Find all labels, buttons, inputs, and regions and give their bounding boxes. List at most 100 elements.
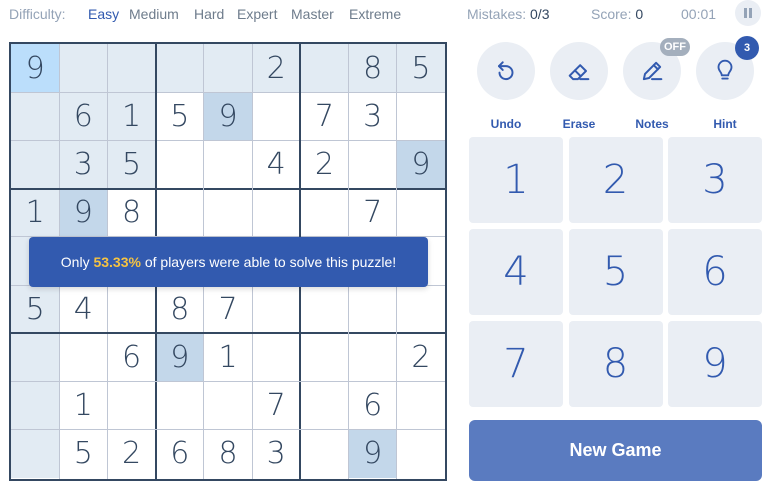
board-cell-r4c5[interactable] bbox=[204, 189, 252, 237]
board-cell-r3c6[interactable]: 4 bbox=[252, 140, 300, 188]
difficulty-master[interactable]: Master bbox=[291, 6, 334, 22]
numpad-3-button[interactable]: 3 bbox=[668, 137, 762, 223]
board-cell-r9c5[interactable]: 8 bbox=[204, 430, 252, 478]
board-cell-r4c2[interactable]: 9 bbox=[59, 188, 108, 237]
board-cell-r9c7[interactable] bbox=[300, 430, 348, 478]
board-cell-r8c9[interactable] bbox=[397, 382, 445, 430]
erase-button[interactable] bbox=[550, 42, 608, 100]
difficulty-extreme[interactable]: Extreme bbox=[349, 6, 401, 22]
board-cell-r6c6[interactable] bbox=[252, 285, 300, 333]
board-cell-r4c3[interactable]: 8 bbox=[107, 189, 155, 237]
board-cell-r7c4[interactable]: 9 bbox=[155, 333, 204, 382]
board-cell-r6c4[interactable]: 8 bbox=[156, 285, 204, 333]
board-cell-r4c1[interactable]: 1 bbox=[11, 188, 60, 237]
numpad-7-button[interactable]: 7 bbox=[469, 321, 563, 407]
notes-status-badge: OFF bbox=[660, 38, 690, 56]
board-cell-r1c5[interactable] bbox=[203, 44, 253, 93]
board-cell-r3c5[interactable] bbox=[204, 140, 252, 188]
hint-label: Hint bbox=[713, 117, 737, 131]
board-cell-r6c9[interactable] bbox=[397, 285, 445, 333]
grid-divider bbox=[11, 429, 445, 431]
board-cell-r3c9[interactable]: 9 bbox=[396, 140, 445, 189]
numpad-1-button[interactable]: 1 bbox=[469, 137, 563, 223]
board-cell-r1c8[interactable]: 8 bbox=[348, 44, 397, 93]
board-cell-r1c9[interactable]: 5 bbox=[396, 44, 445, 93]
difficulty-hard[interactable]: Hard bbox=[194, 6, 224, 22]
board-cell-r7c2[interactable] bbox=[59, 333, 107, 381]
undo-control: Undo bbox=[476, 42, 536, 131]
board-cell-r7c6[interactable] bbox=[252, 333, 300, 381]
board-cell-r6c8[interactable] bbox=[349, 285, 397, 333]
board-cell-r2c4[interactable]: 5 bbox=[156, 92, 204, 140]
board-cell-r6c7[interactable] bbox=[300, 285, 348, 333]
board-cell-r2c1[interactable] bbox=[11, 92, 60, 141]
board-cell-r3c2[interactable]: 3 bbox=[59, 140, 108, 189]
board-cell-r8c8[interactable]: 6 bbox=[349, 382, 397, 430]
numpad-9-button[interactable]: 9 bbox=[668, 321, 762, 407]
board-cell-r6c1[interactable]: 5 bbox=[11, 285, 60, 334]
notes-control: OFF Notes bbox=[622, 38, 690, 131]
numpad-8-button[interactable]: 8 bbox=[568, 321, 663, 407]
board-cell-r7c3[interactable]: 6 bbox=[107, 333, 155, 381]
new-game-button[interactable]: New Game bbox=[469, 420, 762, 481]
grid-divider bbox=[11, 139, 445, 141]
numpad-4-button[interactable]: 4 bbox=[469, 229, 563, 315]
pause-button[interactable] bbox=[735, 0, 761, 26]
board-cell-r1c1[interactable]: 9 bbox=[11, 44, 60, 93]
board-cell-r8c3[interactable] bbox=[107, 382, 155, 430]
board-cell-r3c4[interactable] bbox=[156, 140, 204, 188]
board-cell-r4c6[interactable] bbox=[252, 189, 300, 237]
board-cell-r8c6[interactable]: 7 bbox=[252, 382, 300, 430]
board-cell-r9c2[interactable]: 5 bbox=[59, 430, 107, 478]
number-pad: 123 456 789 bbox=[469, 137, 762, 407]
board-cell-r9c8[interactable]: 9 bbox=[348, 429, 397, 478]
board-cell-r8c1[interactable] bbox=[11, 381, 60, 430]
board-cell-r9c1[interactable] bbox=[11, 429, 60, 478]
board-cell-r2c6[interactable] bbox=[252, 92, 300, 140]
timer: 00:01 bbox=[681, 6, 717, 22]
board-cell-r7c9[interactable]: 2 bbox=[397, 333, 445, 381]
board-cell-r2c9[interactable] bbox=[397, 92, 445, 140]
board-cell-r6c2[interactable]: 4 bbox=[59, 285, 107, 333]
board-cell-r4c9[interactable] bbox=[397, 189, 445, 237]
board-cell-r6c5[interactable]: 7 bbox=[204, 285, 252, 333]
board-cell-r3c3[interactable]: 5 bbox=[107, 140, 156, 189]
board-cell-r8c7[interactable] bbox=[300, 382, 348, 430]
board-cell-r9c9[interactable] bbox=[397, 430, 445, 478]
board-cell-r7c1[interactable] bbox=[11, 333, 60, 382]
board-cell-r1c3[interactable] bbox=[107, 44, 156, 93]
board-cell-r3c7[interactable]: 2 bbox=[300, 140, 348, 188]
board-cell-r7c8[interactable] bbox=[349, 333, 397, 381]
board-cell-r6c3[interactable] bbox=[107, 285, 155, 333]
board-cell-r4c4[interactable] bbox=[156, 189, 204, 237]
numpad-6-button[interactable]: 6 bbox=[668, 229, 762, 315]
board-cell-r2c3[interactable]: 1 bbox=[107, 92, 156, 141]
board-cell-r9c6[interactable]: 3 bbox=[252, 430, 300, 478]
difficulty-label: Difficulty: bbox=[9, 6, 66, 22]
board-cell-r2c8[interactable]: 3 bbox=[349, 92, 397, 140]
board-cell-r8c4[interactable] bbox=[156, 382, 204, 430]
board-cell-r1c7[interactable] bbox=[300, 44, 349, 93]
board-cell-r3c1[interactable] bbox=[11, 140, 60, 189]
undo-button[interactable] bbox=[477, 42, 535, 100]
board-cell-r2c5[interactable]: 9 bbox=[203, 92, 253, 141]
board-cell-r1c2[interactable] bbox=[59, 44, 108, 93]
difficulty-easy[interactable]: Easy bbox=[88, 6, 119, 22]
board-cell-r2c2[interactable]: 6 bbox=[59, 92, 108, 141]
board-cell-r1c4[interactable] bbox=[155, 44, 204, 93]
numpad-2-button[interactable]: 2 bbox=[568, 137, 663, 223]
board-cell-r4c8[interactable]: 7 bbox=[349, 189, 397, 237]
board-cell-r4c7[interactable] bbox=[300, 189, 348, 237]
numpad-5-button[interactable]: 5 bbox=[568, 229, 663, 315]
board-cell-r7c7[interactable] bbox=[300, 333, 348, 381]
board-cell-r7c5[interactable]: 1 bbox=[204, 333, 252, 381]
difficulty-expert[interactable]: Expert bbox=[237, 6, 277, 22]
board-cell-r8c5[interactable] bbox=[204, 382, 252, 430]
board-cell-r8c2[interactable]: 1 bbox=[59, 382, 107, 430]
board-cell-r9c3[interactable]: 2 bbox=[107, 430, 155, 478]
difficulty-medium[interactable]: Medium bbox=[129, 6, 179, 22]
board-cell-r2c7[interactable]: 7 bbox=[300, 92, 348, 140]
board-cell-r3c8[interactable] bbox=[349, 140, 397, 188]
board-cell-r1c6[interactable]: 2 bbox=[252, 44, 301, 93]
board-cell-r9c4[interactable]: 6 bbox=[156, 430, 204, 478]
